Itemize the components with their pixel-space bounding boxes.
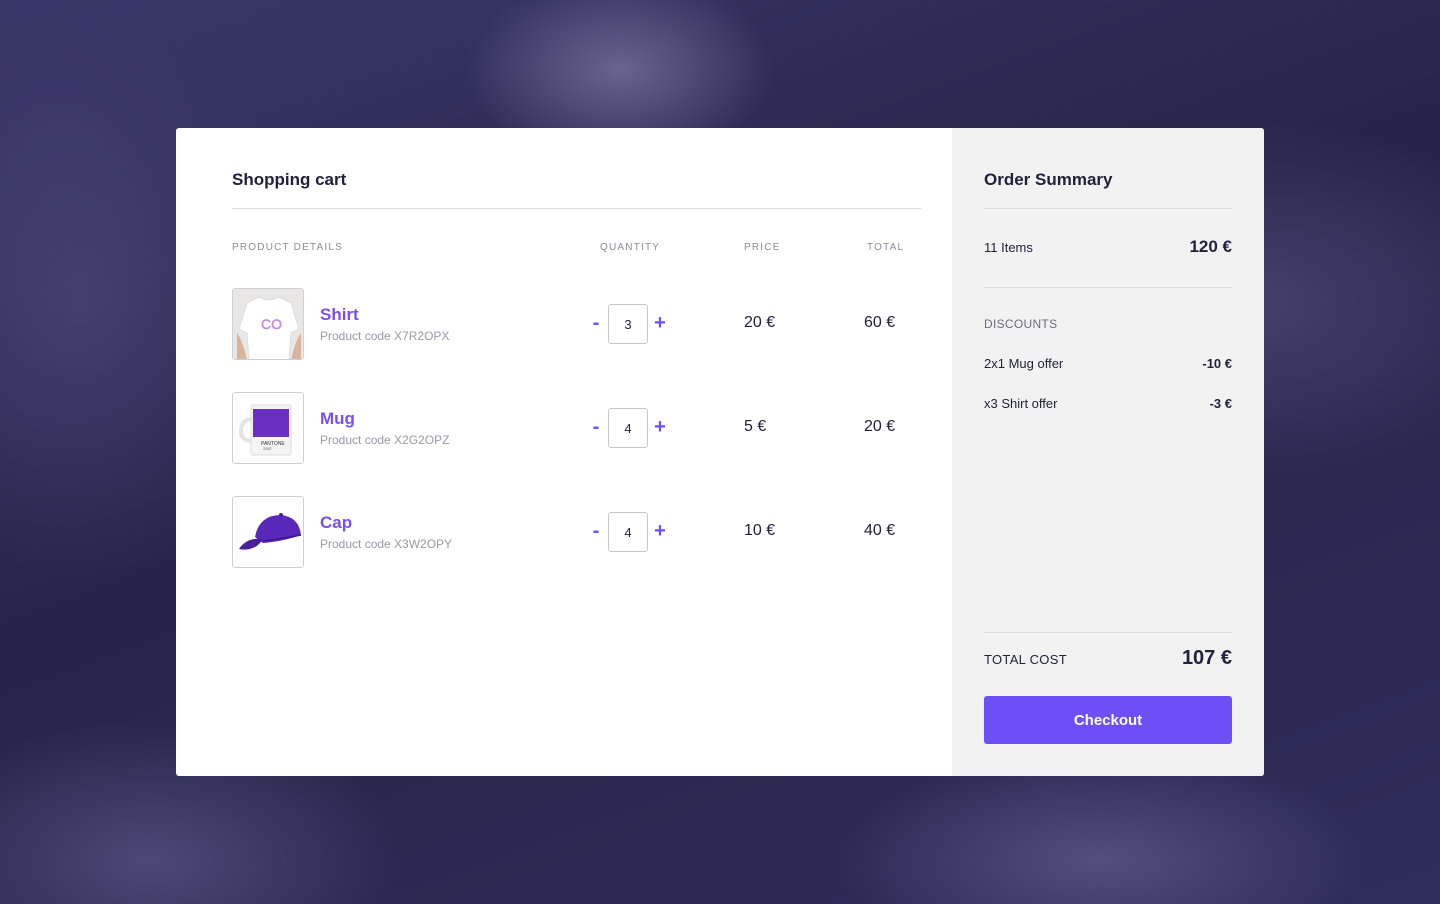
- product-code: Product code X3W2OPY: [320, 537, 453, 551]
- discount-value: -3 €: [1209, 396, 1232, 411]
- mug-icon[interactable]: PANTONE 2587: [232, 392, 304, 464]
- line-total: 40 €: [864, 522, 896, 539]
- discounts-header: DISCOUNTS: [984, 317, 1058, 331]
- column-header-total: TOTAL: [867, 242, 905, 253]
- cart-item-mug: PANTONE 2587 Mug Product code X2G2OPZ - …: [232, 392, 921, 464]
- increase-quantity-button[interactable]: +: [652, 414, 668, 440]
- quantity-input[interactable]: [608, 512, 648, 552]
- checkout-button[interactable]: Checkout: [984, 696, 1232, 744]
- product-name[interactable]: Mug: [320, 409, 355, 429]
- summary-title: Order Summary: [984, 170, 1113, 189]
- column-header-quantity: QUANTITY: [600, 242, 661, 253]
- product-code: Product code X7R2OPX: [320, 329, 450, 343]
- decrease-quantity-button[interactable]: -: [588, 414, 604, 440]
- total-cost-label: TOTAL COST: [984, 652, 1067, 667]
- unit-price: 10 €: [744, 522, 776, 539]
- items-subtotal: 11 Items 120 €: [984, 237, 1232, 256]
- line-total: 20 €: [864, 418, 896, 435]
- discount-row: 2x1 Mug offer -10 €: [984, 356, 1232, 371]
- total-cost-value: 107 €: [1181, 647, 1232, 669]
- product-name[interactable]: Cap: [320, 513, 352, 533]
- cart-item-cap: Cap Product code X3W2OPY - + 10 € 40 €: [232, 496, 921, 568]
- svg-text:CO: CO: [261, 316, 282, 332]
- unit-price: 5 €: [744, 418, 767, 435]
- decrease-quantity-button[interactable]: -: [588, 518, 604, 544]
- cart-card: Shopping cart PRODUCT DETAILS QUANTITY P…: [176, 128, 1264, 776]
- tshirt-icon[interactable]: CO: [232, 288, 304, 360]
- discount-row: x3 Shirt offer -3 €: [984, 396, 1232, 411]
- unit-price: 20 €: [744, 314, 776, 331]
- increase-quantity-button[interactable]: +: [652, 518, 668, 544]
- cap-icon[interactable]: [232, 496, 304, 568]
- decrease-quantity-button[interactable]: -: [588, 310, 604, 336]
- column-header-price: PRICE: [744, 242, 781, 253]
- page-title: Shopping cart: [232, 170, 347, 189]
- order-summary-panel: Order Summary 11 Items 120 € DISCOUNTS 2…: [952, 128, 1264, 776]
- divider: [984, 632, 1232, 633]
- cart-item-shirt: CO Shirt Product code X7R2OPX - + 20 € 6…: [232, 288, 921, 360]
- discount-value: -10 €: [1202, 356, 1232, 371]
- product-code: Product code X2G2OPZ: [320, 433, 450, 447]
- divider: [984, 287, 1232, 288]
- svg-text:2587: 2587: [263, 446, 273, 451]
- column-header-product: PRODUCT DETAILS: [232, 242, 343, 253]
- shopping-cart-panel: Shopping cart PRODUCT DETAILS QUANTITY P…: [176, 128, 952, 776]
- discount-label: x3 Shirt offer: [984, 396, 1058, 411]
- line-total: 60 €: [864, 314, 896, 331]
- quantity-input[interactable]: [608, 304, 648, 344]
- product-name[interactable]: Shirt: [320, 305, 359, 325]
- discount-label: 2x1 Mug offer: [984, 356, 1064, 371]
- items-subtotal-value: 120 €: [1189, 237, 1232, 256]
- quantity-input[interactable]: [608, 408, 648, 448]
- divider: [232, 208, 921, 209]
- increase-quantity-button[interactable]: +: [652, 310, 668, 336]
- divider: [984, 208, 1232, 209]
- items-count: 11 Items: [984, 240, 1033, 255]
